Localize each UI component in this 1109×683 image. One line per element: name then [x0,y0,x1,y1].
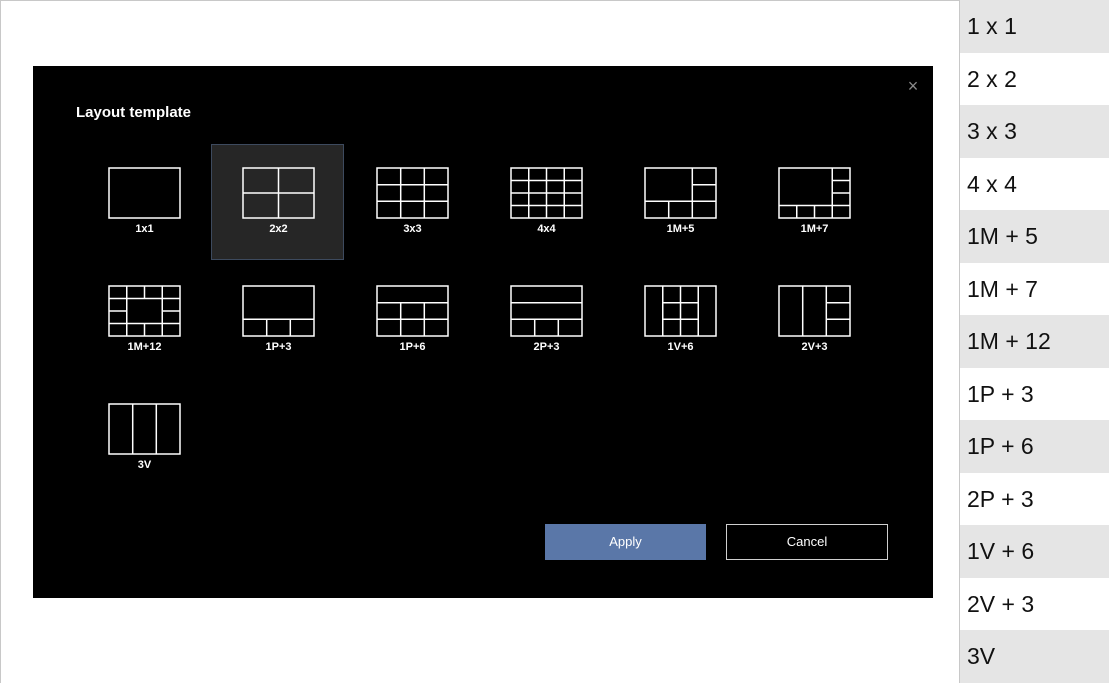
template-1p3[interactable]: 1P+3 [211,262,344,378]
legend-row: 1M + 12 [960,315,1109,368]
template-label: 4x4 [537,223,556,235]
template-1v6[interactable]: 1V+6 [613,262,746,378]
layout-1v6-icon [644,285,717,337]
template-label: 1V+6 [667,341,694,353]
legend-row: 4 x 4 [967,170,1017,197]
template-1p6[interactable]: 1P+6 [345,262,478,378]
cancel-button[interactable]: Cancel [726,524,888,560]
template-label: 2V+3 [801,341,828,353]
legend-row: 1P + 6 [960,420,1109,473]
template-1m7[interactable]: 1M+7 [747,144,880,260]
dialog-title: Layout template [76,104,192,121]
legend-row: 3 x 3 [960,105,1109,158]
template-label: 3x3 [403,223,422,235]
layout-1p6-icon [376,285,449,337]
template-2x2[interactable]: 2x2 [211,144,344,260]
legend-row: 1V + 6 [960,525,1109,578]
layout-2p3-icon [510,285,583,337]
template-2v3[interactable]: 2V+3 [747,262,880,378]
layout-2v3-icon [778,285,851,337]
layout-legend-table: 1 x 1 2 x 2 3 x 3 4 x 4 1M + 5 1M + 7 1M… [960,0,1109,683]
layout-1x1-icon [108,167,181,219]
template-1x1[interactable]: 1x1 [77,144,210,260]
template-label: 1x1 [135,223,154,235]
template-label: 2P+3 [533,341,560,353]
template-3v[interactable]: 3V [77,380,210,496]
layout-3x3-icon [376,167,449,219]
legend-row: 1 x 1 [960,0,1109,53]
template-label: 2x2 [269,223,288,235]
template-4x4[interactable]: 4x4 [479,144,612,260]
frame-top-border [0,0,960,1]
template-label: 1P+6 [399,341,426,353]
layout-3v-icon [108,403,181,455]
template-2p3[interactable]: 2P+3 [479,262,612,378]
template-3x3[interactable]: 3x3 [345,144,478,260]
template-label: 1M+7 [800,223,829,235]
layout-1m7-icon [778,167,851,219]
legend-row: 1M + 5 [960,210,1109,263]
layout-1m12-icon [108,285,181,337]
legend-row: 2P + 3 [967,485,1034,512]
legend-row: 3V [960,630,1109,683]
apply-button[interactable]: Apply [545,524,706,560]
template-label: 1M+5 [666,223,695,235]
template-label: 1P+3 [265,341,292,353]
template-label: 1M+12 [127,341,162,353]
legend-row: 2V + 3 [967,590,1035,617]
template-1m5[interactable]: 1M+5 [613,144,746,260]
layout-4x4-icon [510,167,583,219]
legend-row: 1P + 3 [967,380,1034,407]
layout-template-dialog: Layout template × 1x1 2x2 3x3 4x4 1M+5 1… [33,66,933,598]
frame-left-border [0,0,1,683]
legend-row: 1M + 7 [967,275,1038,302]
layout-2x2-icon [242,167,315,219]
layout-1m5-icon [644,167,717,219]
layout-1p3-icon [242,285,315,337]
template-label: 3V [137,459,152,471]
legend-row: 2 x 2 [967,65,1017,92]
template-1m12[interactable]: 1M+12 [77,262,210,378]
close-icon[interactable]: × [901,74,925,98]
